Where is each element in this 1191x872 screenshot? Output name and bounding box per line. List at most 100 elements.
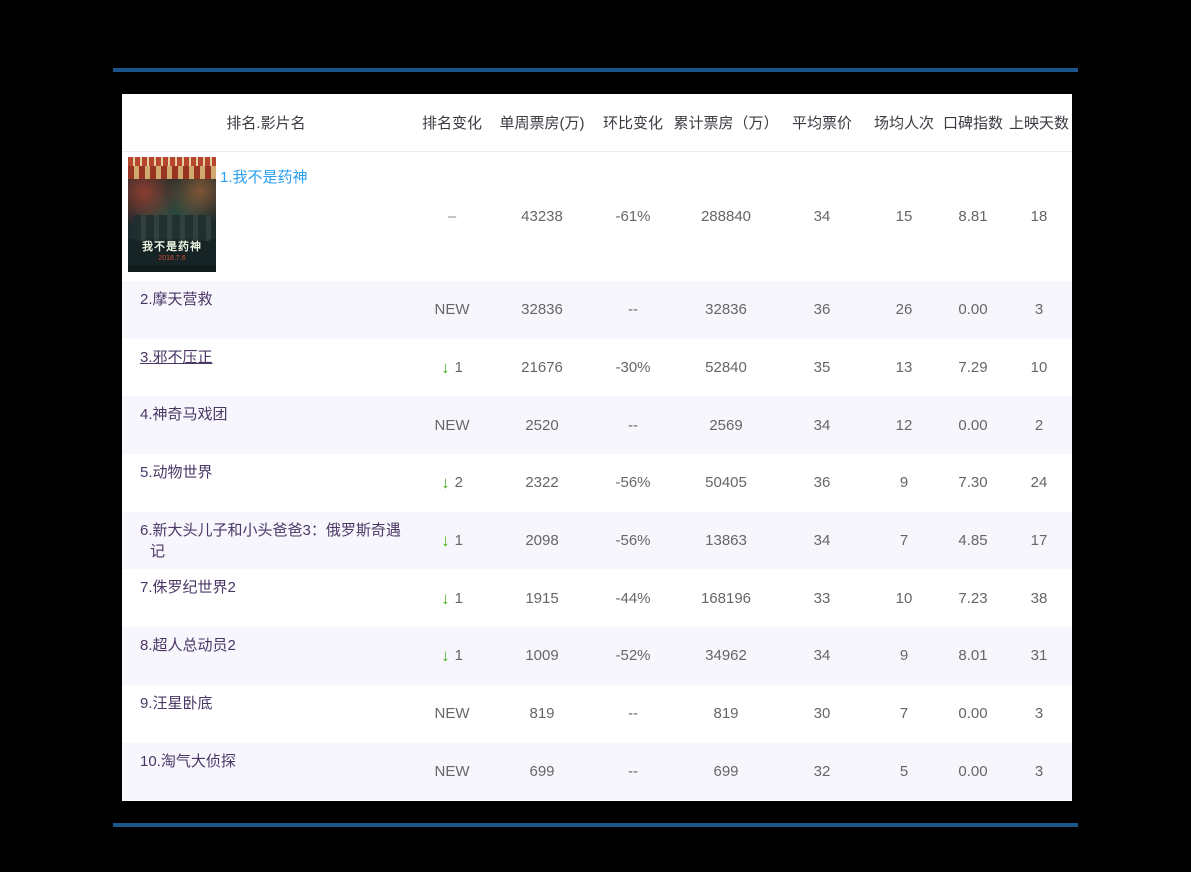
weekly-box-office-cell: 32836 — [521, 301, 563, 319]
weekly-box-office-cell: 1915 — [525, 589, 559, 607]
release-days-cell: 17 — [1030, 532, 1048, 550]
wom-index-cell: 4.85 — [958, 532, 988, 550]
movie-title-link[interactable]: 4.神奇马戏团 — [140, 404, 228, 425]
avg-attendance-cell: 5 — [899, 762, 909, 780]
movie-title-link[interactable]: 1.我不是药神 — [220, 167, 308, 188]
weekly-box-office-cell: 21676 — [521, 359, 563, 377]
release-days-cell: 38 — [1030, 589, 1048, 607]
table-row: 6.新大头儿子和小头爸爸3：俄罗斯奇遇记 ↓ 1 2098 -56% 13863 34 7 4.… — [122, 511, 1072, 570]
avg-ticket-price-cell: 32 — [813, 762, 831, 780]
avg-ticket-price-cell: 34 — [813, 647, 831, 665]
weekly-box-office-cell: 2098 — [525, 532, 559, 550]
avg-ticket-price-cell: 36 — [813, 301, 831, 319]
header-wow-change: 环比变化 — [602, 115, 663, 132]
avg-attendance-cell: 7 — [899, 532, 909, 550]
movie-title-cell: 7.侏罗纪世界2 — [122, 569, 410, 627]
poster-sign-art — [128, 166, 216, 179]
weekly-box-office-cell: 819 — [529, 705, 555, 723]
rank-change-cell: ↓ 1 — [410, 339, 494, 397]
table-row: 7.侏罗纪世界2 ↓ 1 1915 -44% 168196 33 10 7.23 38 — [122, 569, 1072, 628]
release-days-cell: 3 — [1034, 301, 1044, 319]
total-box-office-cell: 34962 — [705, 647, 747, 665]
total-box-office-cell: 32836 — [705, 301, 747, 319]
table-row: 10.淘气大侦探 NEW 699 -- 699 32 5 0.00 3 — [122, 742, 1072, 801]
total-box-office-cell: 819 — [713, 705, 739, 723]
movie-title-link[interactable]: 6.新大头儿子和小头爸爸3：俄罗斯奇遇记 — [140, 520, 402, 562]
wow-change-cell: -- — [628, 705, 638, 723]
movie-title-cell: 10.淘气大侦探 — [122, 743, 410, 801]
movie-title-cell: 5.动物世界 — [122, 454, 410, 512]
header-rank-change: 排名变化 — [421, 115, 482, 132]
movie-title-cell: 6.新大头儿子和小头爸爸3：俄罗斯奇遇记 — [122, 512, 410, 570]
poster-figures-art — [133, 215, 211, 241]
avg-attendance-cell: 26 — [895, 301, 913, 319]
rank-same-dash: – — [447, 208, 457, 225]
avg-ticket-price-cell: 34 — [813, 208, 831, 225]
rank-down-arrow-icon: ↓ — [441, 646, 450, 666]
rank-change-cell: ↓ 1 — [410, 512, 494, 570]
rank-change-cell: NEW — [410, 281, 494, 339]
table-row: 5.动物世界 ↓ 2 2322 -56% 50405 36 9 7.30 24 — [122, 454, 1072, 512]
movie-title-cell: 3.邪不压正 — [122, 339, 410, 397]
top-divider-rule — [113, 68, 1078, 72]
bottom-divider-rule — [113, 823, 1078, 827]
rank-change-cell: ↓ 1 — [410, 569, 494, 627]
release-days-cell: 24 — [1030, 474, 1048, 492]
poster-date-text: 2018.7.6 — [158, 255, 186, 262]
wow-change-cell: -- — [628, 762, 638, 780]
movie-title-link[interactable]: 10.淘气大侦探 — [140, 751, 236, 772]
wow-change-cell: -56% — [615, 474, 651, 492]
wom-index-cell: 0.00 — [958, 705, 988, 723]
poster-title-text: 我不是药神 — [142, 241, 202, 253]
rank-new-badge: NEW — [434, 762, 470, 780]
rank-new-badge: NEW — [434, 416, 470, 434]
avg-ticket-price-cell: 30 — [813, 705, 831, 723]
avg-ticket-price-cell: 35 — [813, 359, 831, 377]
release-days-cell: 3 — [1034, 762, 1044, 780]
avg-attendance-cell: 15 — [895, 208, 913, 225]
wow-change-cell: -61% — [615, 208, 651, 225]
movie-title-cell: 我不是药神 2018.7.6 1.我不是药神 — [122, 152, 410, 281]
header-release-days: 上映天数 — [1008, 115, 1069, 132]
total-box-office-cell: 52840 — [705, 359, 747, 377]
wom-index-cell: 0.00 — [958, 416, 988, 434]
total-box-office-cell: 168196 — [700, 589, 752, 607]
rank-down-arrow-icon: ↓ — [441, 358, 450, 378]
movie-poster[interactable]: 我不是药神 2018.7.6 — [128, 157, 216, 272]
movie-title-link[interactable]: 7.侏罗纪世界2 — [140, 577, 236, 598]
avg-attendance-cell: 9 — [899, 647, 909, 665]
wom-index-cell: 0.00 — [958, 762, 988, 780]
release-days-cell: 18 — [1030, 208, 1048, 225]
wom-index-cell: 7.23 — [958, 589, 988, 607]
movie-title-link[interactable]: 8.超人总动员2 — [140, 635, 236, 656]
header-rank-title: 排名.影片名 — [226, 115, 306, 132]
avg-attendance-cell: 9 — [899, 474, 909, 492]
movie-title-link[interactable]: 3.邪不压正 — [140, 347, 213, 368]
rank-down-arrow-icon: ↓ — [441, 588, 450, 608]
avg-ticket-price-cell: 34 — [813, 532, 831, 550]
movie-title-link[interactable]: 9.汪星卧底 — [140, 693, 213, 714]
weekly-box-office-cell: 1009 — [525, 647, 559, 665]
wom-index-cell: 7.30 — [958, 474, 988, 492]
header-wom-index: 口碑指数 — [942, 115, 1003, 132]
table-row: 4.神奇马戏团 NEW 2520 -- 2569 34 12 0.00 2 — [122, 396, 1072, 455]
total-box-office-cell: 2569 — [709, 416, 743, 434]
wow-change-cell: -30% — [615, 359, 651, 377]
rank-new-badge: NEW — [434, 705, 470, 723]
rank-change-amount: 2 — [454, 474, 463, 492]
table-row: 我不是药神 2018.7.6 1.我不是药神 – 43238 -61% 288840 34… — [122, 152, 1072, 281]
wow-change-cell: -44% — [615, 589, 651, 607]
release-days-cell: 3 — [1034, 705, 1044, 723]
avg-ticket-price-cell: 33 — [813, 589, 831, 607]
header-avg-ticket-price: 平均票价 — [791, 115, 852, 132]
movie-title-link[interactable]: 2.摩天营救 — [140, 289, 213, 310]
rank-down-arrow-icon: ↓ — [441, 531, 450, 551]
weekly-box-office-cell: 2520 — [525, 416, 559, 434]
movie-title-link[interactable]: 5.动物世界 — [140, 462, 213, 483]
wow-change-cell: -56% — [615, 532, 651, 550]
poster-footer-art — [128, 265, 216, 272]
total-box-office-cell: 288840 — [700, 208, 752, 225]
table-row: 3.邪不压正 ↓ 1 21676 -30% 52840 35 13 7.29 10 — [122, 338, 1072, 397]
table-body: 我不是药神 2018.7.6 1.我不是药神 –43238 -61% 288840 34… — [122, 152, 1072, 801]
rank-change-amount: 1 — [454, 532, 463, 550]
